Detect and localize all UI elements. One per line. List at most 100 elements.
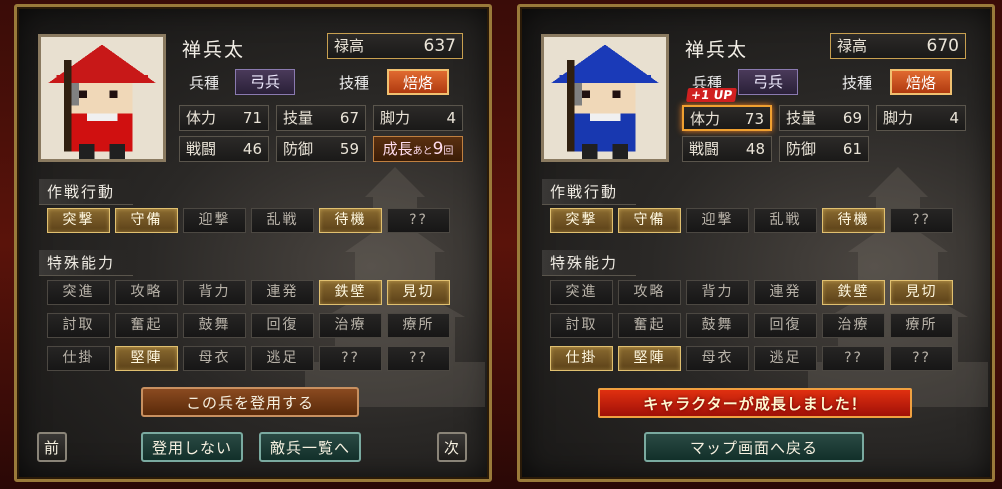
stipend-box: 禄高 670 <box>830 33 966 59</box>
ability-button: 背力 <box>686 280 749 305</box>
ability-button: 逃足 <box>251 346 314 371</box>
recruit-panel: 禅兵太 禄高 637 兵種 弓兵 技種 焙烙 体力 71 技量 67 脚力 4 … <box>14 4 492 482</box>
ability-button: 仕掛 <box>550 346 613 371</box>
tactic-button: 待機 <box>822 208 885 233</box>
abilities-grid: 突進 攻略 背力 連発 鉄壁 見切 討取 奮起 鼓舞 回復 治療 療所 仕掛 堅陣 母衣 逃足???? <box>47 280 450 371</box>
stat-defense: 防御 59 <box>276 136 366 162</box>
tactic-button: 乱戦 <box>251 208 314 233</box>
stat-speed: 脚力 4 <box>373 105 463 131</box>
stat-value: 59 <box>339 140 359 158</box>
ability-button: ?? <box>822 346 885 371</box>
stat-stamina: 体力 73 <box>682 105 772 131</box>
stipend-value: 637 <box>423 36 456 56</box>
growth-suffix: 回 <box>443 146 454 157</box>
skill-type-value: 焙烙 <box>890 69 952 95</box>
stat-value: 4 <box>446 109 456 127</box>
stat-combat: 戦闘 48 <box>682 136 772 162</box>
unit-type-label: 兵種 <box>189 74 220 92</box>
ability-button: ?? <box>319 346 382 371</box>
tactic-button: 乱戦 <box>754 208 817 233</box>
ability-button: 回復 <box>754 313 817 338</box>
stat-label: 脚力 <box>380 109 411 127</box>
soldier-name: 禅兵太 <box>182 39 246 61</box>
stat-value: 48 <box>745 140 765 158</box>
tactic-button: 守備 <box>115 208 178 233</box>
skill-type-label: 技種 <box>842 74 873 92</box>
ability-button: 攻略 <box>115 280 178 305</box>
stat-value: 69 <box>842 109 862 127</box>
ability-button: 治療 <box>319 313 382 338</box>
abilities-grid: 突進 攻略 背力 連発 鉄壁 見切討取 奮起 鼓舞 回復 治療 療所仕掛 堅陣 母衣 逃足???? <box>550 280 953 371</box>
level-up-badge: +1 UP <box>686 88 738 102</box>
ability-button: 療所 <box>890 313 953 338</box>
ability-button: 討取 <box>47 313 110 338</box>
decline-button[interactable]: 登用しない <box>141 432 243 462</box>
growth-result-panel: 禅兵太 禄高 670 兵種 弓兵 技種 焙烙 +1 UP 体力 73 技量 69… <box>517 4 995 482</box>
ability-button: 回復 <box>251 313 314 338</box>
soldier-portrait <box>38 34 166 162</box>
ability-button: 鉄壁 <box>822 280 885 305</box>
ability-button: 奮起 <box>618 313 681 338</box>
stat-value: 73 <box>744 110 764 128</box>
ability-button: 背力 <box>183 280 246 305</box>
ability-button: 討取 <box>550 313 613 338</box>
next-button[interactable]: 次 <box>437 432 467 462</box>
stat-combat: 戦闘 46 <box>179 136 269 162</box>
ability-button: 連発 <box>251 280 314 305</box>
ability-button: 見切 <box>890 280 953 305</box>
stat-label: 技量 <box>283 109 314 127</box>
stat-label: 防御 <box>786 140 817 158</box>
ability-button: 治療 <box>822 313 885 338</box>
growth-small: あと <box>412 146 433 157</box>
ability-button: 突進 <box>550 280 613 305</box>
stat-label: 脚力 <box>883 109 914 127</box>
stat-label: 戦闘 <box>689 140 720 158</box>
prev-button[interactable]: 前 <box>37 432 67 462</box>
tactic-button: 突撃 <box>47 208 110 233</box>
stat-stamina: 体力 71 <box>179 105 269 131</box>
growth-remaining-badge: 成長あと9回 <box>373 136 463 162</box>
soldier-portrait <box>541 34 669 162</box>
abilities-title: 特殊能力 <box>39 250 134 276</box>
stat-skill: 技量 69 <box>779 105 869 131</box>
ability-button: 仕掛 <box>47 346 110 371</box>
ability-button: 連発 <box>754 280 817 305</box>
growth-count: 9 <box>432 139 444 159</box>
stipend-label: 禄高 <box>334 37 365 55</box>
ability-button: 攻略 <box>618 280 681 305</box>
ability-button: ?? <box>890 346 953 371</box>
recruit-button[interactable]: この兵を登用する <box>141 387 359 417</box>
unit-type-value: 弓兵 <box>235 69 295 95</box>
tactic-button: ?? <box>387 208 450 233</box>
tactics-grid: 突撃 守備 迎撃 乱戦 待機?? <box>47 208 450 233</box>
stat-skill: 技量 67 <box>276 105 366 131</box>
ability-button: 堅陣 <box>618 346 681 371</box>
ability-button: ?? <box>387 346 450 371</box>
growth-message-banner: キャラクターが成長しました！ <box>598 388 912 418</box>
ability-button: 母衣 <box>686 346 749 371</box>
tactic-button: ?? <box>890 208 953 233</box>
abilities-title: 特殊能力 <box>542 250 637 276</box>
ability-button: 突進 <box>47 280 110 305</box>
skill-type-label: 技種 <box>339 74 370 92</box>
ability-button: 見切 <box>387 280 450 305</box>
growth-label: 成長 <box>382 140 413 158</box>
ability-button: 鉄壁 <box>319 280 382 305</box>
stat-label: 技量 <box>786 109 817 127</box>
tactics-title: 作戦行動 <box>39 179 134 205</box>
enemy-list-button[interactable]: 敵兵一覧へ <box>259 432 361 462</box>
stat-value: 71 <box>242 109 262 127</box>
stat-value: 46 <box>242 140 262 158</box>
ability-button: 鼓舞 <box>686 313 749 338</box>
ability-button: 療所 <box>387 313 450 338</box>
stipend-box: 禄高 637 <box>327 33 463 59</box>
ability-button: 逃足 <box>754 346 817 371</box>
return-to-map-button[interactable]: マップ画面へ戻る <box>644 432 864 462</box>
tactic-button: 突撃 <box>550 208 613 233</box>
skill-type-value: 焙烙 <box>387 69 449 95</box>
stat-value: 61 <box>842 140 862 158</box>
stat-label: 防御 <box>283 140 314 158</box>
tactic-button: 迎撃 <box>183 208 246 233</box>
stat-defense: 防御 61 <box>779 136 869 162</box>
ability-button: 鼓舞 <box>183 313 246 338</box>
